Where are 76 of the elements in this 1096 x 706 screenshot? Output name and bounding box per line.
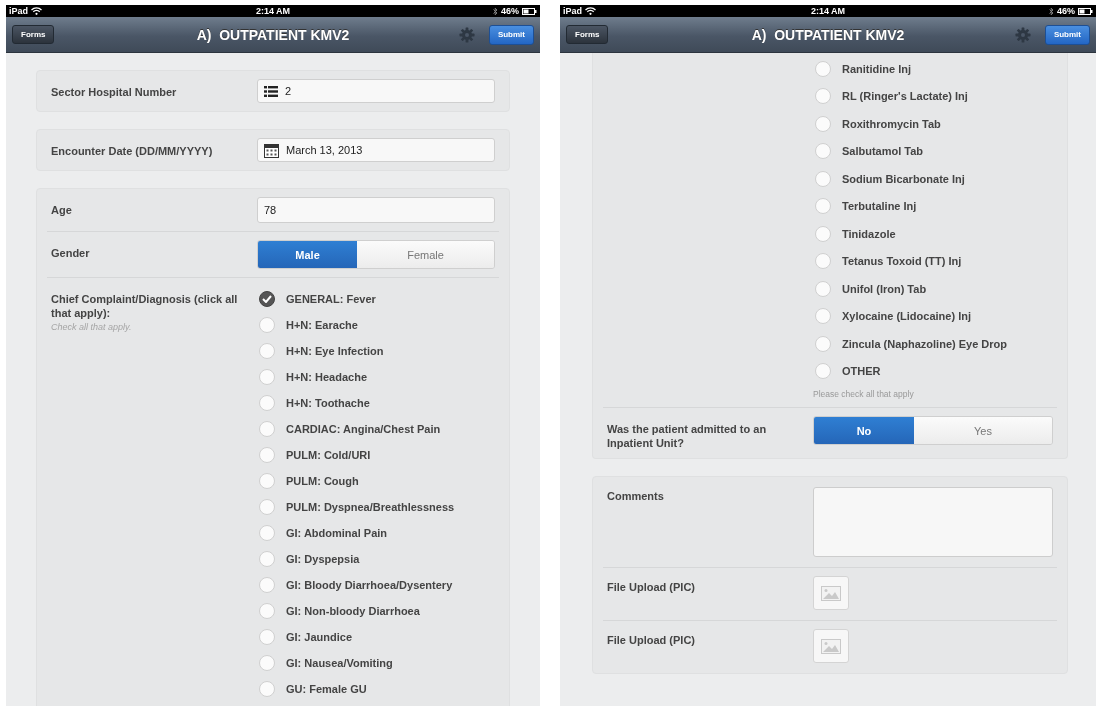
image-icon bbox=[821, 585, 841, 601]
field-value: 2 bbox=[285, 85, 293, 97]
form-title: A) OUTPATIENT KMV2 bbox=[196, 26, 350, 43]
field-value: March 13, 2013 bbox=[286, 144, 364, 156]
list-icon bbox=[264, 85, 278, 97]
field-label: Chief Complaint/Diagnosis (click all that apply): bbox=[51, 292, 239, 320]
option-label[interactable]: Zincula (Naphazoline) Eye Drop bbox=[842, 337, 1008, 350]
wifi-icon bbox=[585, 7, 596, 15]
option-label[interactable]: GI: Dyspepsia bbox=[286, 553, 360, 565]
battery-percent: 46% bbox=[501, 6, 519, 16]
age-field[interactable]: 78 bbox=[257, 197, 495, 223]
field-note: Please check all that apply bbox=[813, 389, 915, 399]
date-field[interactable]: March 13, 2013 bbox=[257, 138, 495, 162]
option-label[interactable]: Ranitidine Inj bbox=[842, 62, 912, 75]
option-label[interactable]: GU: Female GU bbox=[286, 683, 367, 695]
calendar-icon bbox=[264, 142, 279, 158]
option-label[interactable]: Xylocaine (Lidocaine) Inj bbox=[842, 310, 971, 323]
forms-button[interactable]: Forms bbox=[12, 25, 55, 44]
option-label[interactable]: Sodium Bicarbonate Inj bbox=[842, 172, 965, 185]
wifi-icon bbox=[31, 7, 42, 15]
field-label: Comments bbox=[607, 489, 665, 503]
segment-option[interactable]: Female bbox=[357, 241, 494, 268]
option-label[interactable]: H+N: Earache bbox=[286, 319, 358, 331]
option-label[interactable]: GI: Abdominal Pain bbox=[286, 527, 388, 539]
segment-option[interactable]: No bbox=[814, 417, 914, 444]
image-upload-button[interactable] bbox=[813, 629, 849, 663]
carrier-name: iPad bbox=[9, 6, 28, 16]
carrier-name: iPad bbox=[563, 6, 582, 16]
option-label[interactable]: Unifol (Iron) Tab bbox=[842, 282, 927, 295]
submit-button[interactable]: Submit bbox=[1044, 24, 1090, 45]
settings-icon[interactable] bbox=[458, 26, 475, 43]
forms-button[interactable]: Forms bbox=[566, 25, 609, 44]
option-label[interactable]: PULM: Cough bbox=[286, 475, 359, 487]
option-label[interactable]: Tinidazole bbox=[842, 227, 896, 240]
clock-time: 2:14 AM bbox=[255, 6, 291, 16]
option-label[interactable]: H+N: Toothache bbox=[286, 397, 370, 409]
battery-icon bbox=[522, 7, 537, 15]
battery-percent: 46% bbox=[1057, 6, 1075, 16]
clock-time: 2:14 AM bbox=[810, 6, 846, 16]
comments-field[interactable] bbox=[813, 487, 1053, 557]
option-label[interactable]: Terbutaline Inj bbox=[842, 200, 917, 213]
field-label: Age bbox=[51, 203, 73, 217]
checkmark-icon bbox=[262, 295, 272, 303]
field-label: Encounter Date (DD/MM/YYYY) bbox=[51, 144, 214, 158]
checkbox[interactable] bbox=[259, 291, 275, 307]
option-label[interactable]: CARDIAC: Angina/Chest Pain bbox=[286, 423, 441, 435]
option-label[interactable]: GI: Non-bloody Diarrhoea bbox=[286, 605, 420, 617]
battery-icon bbox=[1078, 7, 1093, 15]
image-upload-button[interactable] bbox=[813, 576, 849, 610]
bluetooth-icon bbox=[493, 6, 498, 16]
option-label[interactable]: GI: Nausea/Vomiting bbox=[286, 657, 393, 669]
option-label[interactable]: Roxithromycin Tab bbox=[842, 117, 941, 130]
option-label[interactable]: RL (Ringer's Lactate) Inj bbox=[842, 90, 968, 103]
field-label: Was the patient admitted to an Inpatient Unit? bbox=[607, 422, 768, 450]
option-label[interactable]: Tetanus Toxoid (TT) Inj bbox=[842, 255, 962, 268]
option-label[interactable]: H+N: Headache bbox=[286, 371, 367, 383]
submit-button[interactable]: Submit bbox=[488, 24, 534, 45]
option-label[interactable]: Salbutamol Tab bbox=[842, 145, 924, 158]
field-label: Gender bbox=[51, 246, 91, 260]
form-title: A) OUTPATIENT KMV2 bbox=[751, 26, 905, 43]
field-label: File Upload (PIC) bbox=[607, 580, 696, 594]
field-label: Sector Hospital Number bbox=[51, 85, 178, 99]
field-label: File Upload (PIC) bbox=[607, 633, 696, 647]
segment-option[interactable]: Male bbox=[258, 241, 358, 268]
option-label[interactable]: PULM: Cold/URI bbox=[286, 449, 371, 461]
option-label[interactable]: GENERAL: Fever bbox=[286, 293, 376, 305]
settings-icon[interactable] bbox=[1014, 26, 1031, 43]
option-label[interactable]: GI: Bloody Diarrhoea/Dysentery bbox=[286, 579, 453, 591]
option-label[interactable]: H+N: Eye Infection bbox=[286, 345, 384, 357]
segment-option[interactable]: Yes bbox=[913, 417, 1052, 444]
option-label[interactable]: GI: Jaundice bbox=[286, 631, 353, 643]
option-label[interactable]: OTHER bbox=[842, 365, 881, 378]
number-field[interactable]: 2 bbox=[257, 79, 495, 103]
image-icon bbox=[821, 638, 841, 654]
option-label[interactable]: PULM: Dyspnea/Breathlessness bbox=[286, 501, 455, 513]
bluetooth-icon bbox=[1049, 6, 1054, 16]
